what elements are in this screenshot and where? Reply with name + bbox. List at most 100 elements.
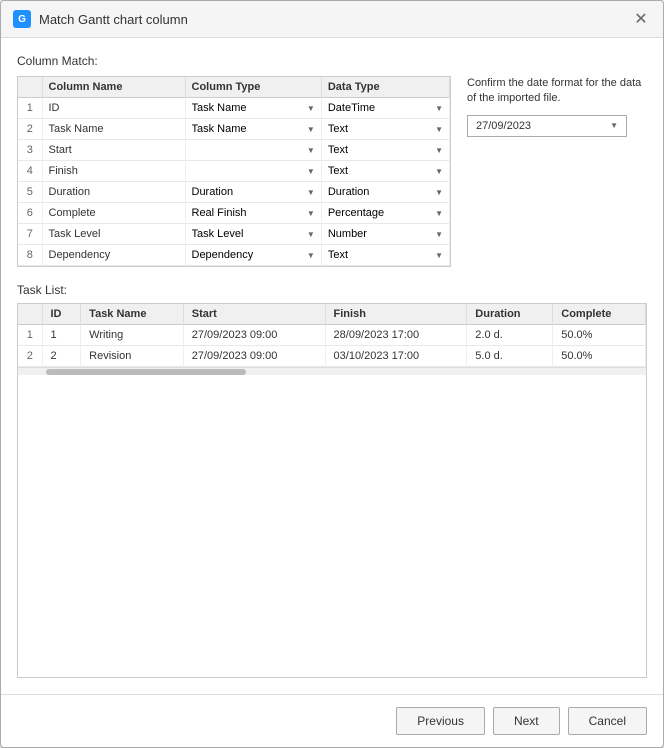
data-type-cell[interactable]: Duration ▼	[321, 182, 449, 203]
task-header-row: ID Task Name Start Finish Duration Compl…	[18, 304, 646, 325]
column-type-cell[interactable]: Dependency ▼	[185, 245, 321, 266]
column-match-table-container: Column Name Column Type Data Type 1 ID T…	[17, 76, 451, 267]
task-row-num: 1	[18, 325, 42, 346]
next-button[interactable]: Next	[493, 707, 560, 735]
table-row: 2 Task Name Task Name ▼ Text ▼	[18, 119, 450, 140]
column-type-select[interactable]: Real Finish	[192, 207, 307, 219]
data-type-select[interactable]: Text	[328, 165, 435, 177]
right-panel: Confirm the date format for the data of …	[467, 76, 647, 267]
column-type-select[interactable]: Dependency	[192, 249, 307, 261]
column-type-cell[interactable]: Task Name ▼	[185, 98, 321, 119]
column-name-cell: Task Level	[42, 224, 185, 245]
column-type-cell[interactable]: Task Level ▼	[185, 224, 321, 245]
task-col-num	[18, 304, 42, 325]
table-row: 7 Task Level Task Level ▼ Number ▼	[18, 224, 450, 245]
select-arrow-icon: ▼	[435, 251, 443, 260]
row-num-cell: 5	[18, 182, 42, 203]
task-id-cell: 2	[42, 346, 81, 367]
task-row: 2 2 Revision 27/09/2023 09:00 03/10/2023…	[18, 346, 646, 367]
date-format-value: 27/09/2023	[476, 120, 531, 132]
column-type-cell[interactable]: Duration ▼	[185, 182, 321, 203]
previous-button[interactable]: Previous	[396, 707, 485, 735]
data-type-cell[interactable]: Text ▼	[321, 161, 449, 182]
column-type-select[interactable]: Task Level	[192, 228, 307, 240]
col-header-num	[18, 77, 42, 98]
data-type-select[interactable]: Text	[328, 144, 435, 156]
data-type-select[interactable]: DateTime	[328, 102, 435, 114]
task-finish-cell: 28/09/2023 17:00	[325, 325, 467, 346]
task-col-id: ID	[42, 304, 81, 325]
select-arrow-icon: ▼	[435, 209, 443, 218]
column-match-table: Column Name Column Type Data Type 1 ID T…	[18, 77, 450, 266]
scrollbar-area[interactable]	[18, 367, 646, 375]
content-area: Column Match: Column Name Column Type Da…	[1, 38, 663, 694]
col-header-column-name: Column Name	[42, 77, 185, 98]
data-type-select[interactable]: Text	[328, 249, 435, 261]
cancel-button[interactable]: Cancel	[568, 707, 647, 735]
data-type-select[interactable]: Percentage	[328, 207, 435, 219]
column-type-select[interactable]: Duration	[192, 186, 307, 198]
column-name-cell: Finish	[42, 161, 185, 182]
data-type-cell[interactable]: Number ▼	[321, 224, 449, 245]
column-match-label: Column Match:	[17, 54, 647, 68]
table-row: 6 Complete Real Finish ▼ Percentage ▼	[18, 203, 450, 224]
column-type-cell[interactable]: Task Name ▼	[185, 119, 321, 140]
task-col-complete: Complete	[553, 304, 646, 325]
row-num-cell: 3	[18, 140, 42, 161]
column-name-cell: Complete	[42, 203, 185, 224]
main-window: G Match Gantt chart column ✕ Column Matc…	[0, 0, 664, 748]
row-num-cell: 4	[18, 161, 42, 182]
column-name-cell: Duration	[42, 182, 185, 203]
data-type-select[interactable]: Text	[328, 123, 435, 135]
date-format-dropdown[interactable]: 27/09/2023 ▼	[467, 115, 627, 137]
data-type-cell[interactable]: Text ▼	[321, 245, 449, 266]
task-row-num: 2	[18, 346, 42, 367]
column-type-cell[interactable]: ▼	[185, 161, 321, 182]
data-type-cell[interactable]: Text ▼	[321, 119, 449, 140]
column-type-select[interactable]: Task Name	[192, 123, 307, 135]
select-arrow-icon: ▼	[307, 251, 315, 260]
select-arrow-icon: ▼	[307, 146, 315, 155]
scrollbar-thumb[interactable]	[46, 369, 246, 375]
data-type-select[interactable]: Duration	[328, 186, 435, 198]
task-complete-cell: 50.0%	[553, 346, 646, 367]
title-bar-left: G Match Gantt chart column	[13, 10, 188, 28]
select-arrow-icon: ▼	[435, 125, 443, 134]
select-arrow-icon: ▼	[307, 188, 315, 197]
task-duration-cell: 2.0 d.	[467, 325, 553, 346]
table-row: 5 Duration Duration ▼ Duration ▼	[18, 182, 450, 203]
task-col-finish: Finish	[325, 304, 467, 325]
column-type-cell[interactable]: Real Finish ▼	[185, 203, 321, 224]
close-button[interactable]: ✕	[631, 9, 651, 29]
task-start-cell: 27/09/2023 09:00	[183, 325, 325, 346]
task-col-name: Task Name	[81, 304, 184, 325]
data-type-cell[interactable]: Percentage ▼	[321, 203, 449, 224]
select-arrow-icon: ▼	[307, 167, 315, 176]
select-arrow-icon: ▼	[307, 104, 315, 113]
table-row: 8 Dependency Dependency ▼ Text ▼	[18, 245, 450, 266]
col-header-column-type: Column Type	[185, 77, 321, 98]
select-arrow-icon: ▼	[435, 146, 443, 155]
select-arrow-icon: ▼	[307, 230, 315, 239]
table-header-row: Column Name Column Type Data Type	[18, 77, 450, 98]
row-num-cell: 7	[18, 224, 42, 245]
data-type-cell[interactable]: DateTime ▼	[321, 98, 449, 119]
column-type-select[interactable]	[192, 165, 307, 177]
column-type-select[interactable]: Task Name	[192, 102, 307, 114]
col-header-data-type: Data Type	[321, 77, 449, 98]
select-arrow-icon: ▼	[435, 188, 443, 197]
task-id-cell: 1	[42, 325, 81, 346]
table-row: 3 Start ▼ Text ▼	[18, 140, 450, 161]
task-list-table-container: ID Task Name Start Finish Duration Compl…	[17, 303, 647, 678]
column-name-cell: Dependency	[42, 245, 185, 266]
column-type-select[interactable]	[192, 144, 307, 156]
data-type-select[interactable]: Number	[328, 228, 435, 240]
task-complete-cell: 50.0%	[553, 325, 646, 346]
task-row: 1 1 Writing 27/09/2023 09:00 28/09/2023 …	[18, 325, 646, 346]
table-row: 4 Finish ▼ Text ▼	[18, 161, 450, 182]
select-arrow-icon: ▼	[307, 125, 315, 134]
data-type-cell[interactable]: Text ▼	[321, 140, 449, 161]
column-type-cell[interactable]: ▼	[185, 140, 321, 161]
task-name-cell: Revision	[81, 346, 184, 367]
table-row: 1 ID Task Name ▼ DateTime ▼	[18, 98, 450, 119]
